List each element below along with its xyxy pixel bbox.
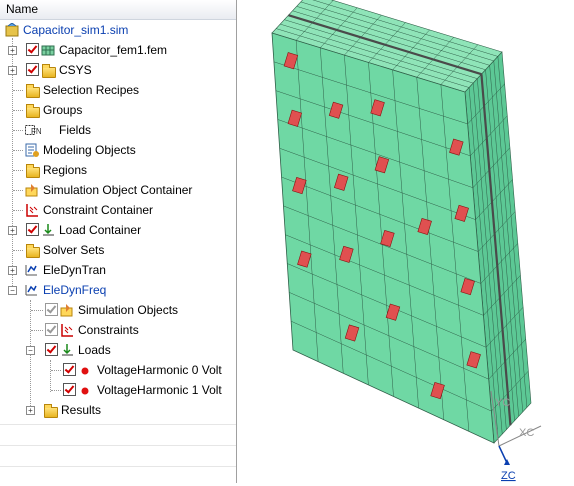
expand-toggle-icon[interactable]: + [8,46,17,55]
tree-item-label: Capacitor_sim1.sim [23,23,129,37]
svg-text:FN: FN [31,127,41,136]
tree-item-eledyntran[interactable]: + EleDynTran [0,260,236,280]
tree-item-label: Results [61,403,102,417]
simulation-object-icon [60,303,74,317]
z-axis-line [498,445,508,464]
visibility-checkbox[interactable] [26,223,39,236]
tree-item-capacitor-sim[interactable]: Capacitor_sim1.sim [0,20,236,40]
simulation-object-icon [25,183,39,197]
tree-divider [0,466,236,467]
expand-toggle-icon[interactable]: + [8,66,17,75]
tree-item-label: Capacitor_fem1.fem [59,43,168,57]
tree-item-label: Fields [59,123,92,137]
fields-icon: FN [25,123,42,137]
load-icon [41,223,55,237]
tree-item-label: VoltageHarmonic 0 Volt [97,363,222,377]
tree-item-simulation-object-container[interactable]: Simulation Object Container [0,180,236,200]
visibility-checkbox[interactable] [45,323,58,336]
tree-item-results[interactable]: + Results [0,400,236,420]
tree-item-simulation-objects[interactable]: Simulation Objects [0,300,236,320]
tree-header[interactable]: Name [0,0,236,20]
tree-item-voltage-harmonic-0[interactable]: VoltageHarmonic 0 Volt [0,360,236,380]
graphics-viewport[interactable]: YC XC ZC [237,0,574,483]
tree-item-selection-recipes[interactable]: Selection Recipes [0,80,236,100]
tree-item-modeling-objects[interactable]: Modeling Objects [0,140,236,160]
folder-icon [26,84,40,98]
solution-icon [24,283,38,297]
tree-divider [0,424,236,425]
capacitor-mesh-model[interactable]: YC XC ZC [237,0,574,483]
folder-icon [44,404,58,418]
tree-item-label: Modeling Objects [43,143,136,157]
x-axis-label: XC [519,427,534,439]
collapse-toggle-icon[interactable]: − [26,346,35,355]
tree-item-loads[interactable]: − Loads [0,340,236,360]
z-axis-label: ZC [501,470,516,482]
visibility-checkbox[interactable] [63,383,76,396]
tree-item-label: VoltageHarmonic 1 Volt [97,383,222,397]
constraint-icon [25,203,39,217]
tree-item-label: Loads [78,343,111,357]
visibility-checkbox[interactable] [63,363,76,376]
tree-item-label: Regions [43,163,88,177]
tree-item-eledynfreq[interactable]: − EleDynFreq [0,280,236,300]
constraint-icon [60,323,74,337]
folder-icon [26,244,40,258]
tree-item-regions[interactable]: Regions [0,160,236,180]
expand-toggle-icon[interactable]: + [26,406,35,415]
navigator-tree: Name Capacitor_sim1.sim + Capacitor_fem1… [0,0,237,483]
tree-item-label: Groups [43,103,83,117]
tree-item-label: Simulation Object Container [43,183,193,197]
visibility-checkbox[interactable] [26,63,39,76]
tree-item-load-container[interactable]: + Load Container [0,220,236,240]
red-dot-icon [80,383,94,397]
folder-icon [42,64,56,78]
expand-toggle-icon[interactable]: + [8,266,17,275]
visibility-checkbox[interactable] [26,43,39,56]
fem-mesh-icon [41,43,55,57]
solution-icon [24,263,38,277]
tree-item-label: Selection Recipes [43,83,140,97]
tree-item-label: Simulation Objects [78,303,179,317]
tree-item-solver-sets[interactable]: Solver Sets [0,240,236,260]
tree-item-label: EleDynTran [43,263,106,277]
tree-item-label: EleDynFreq [43,283,107,297]
tree-item-label: CSYS [59,63,92,77]
visibility-checkbox[interactable] [45,303,58,316]
y-axis-label: YC [495,397,510,409]
tree-item-capacitor-fem[interactable]: + Capacitor_fem1.fem [0,40,236,60]
load-icon [60,343,74,357]
tree-divider [0,445,236,446]
simulation-file-icon [5,22,19,37]
tree-item-constraints[interactable]: Constraints [0,320,236,340]
visibility-checkbox[interactable] [45,343,58,356]
red-dot-icon [80,363,94,377]
tree-item-fields[interactable]: FN Fields [0,120,236,140]
tree-item-csys[interactable]: + CSYS [0,60,236,80]
collapse-toggle-icon[interactable]: − [8,286,17,295]
tree-item-label: Solver Sets [43,243,105,257]
modeling-objects-icon [25,143,39,157]
folder-icon [26,164,40,178]
tree-item-label: Constraint Container [43,203,154,217]
tree-item-constraint-container[interactable]: Constraint Container [0,200,236,220]
folder-icon [26,104,40,118]
tree-item-groups[interactable]: Groups [0,100,236,120]
tree-item-label: Constraints [78,323,139,337]
tree-item-label: Load Container [59,223,142,237]
expand-toggle-icon[interactable]: + [8,226,17,235]
tree-item-voltage-harmonic-1[interactable]: VoltageHarmonic 1 Volt [0,380,236,400]
